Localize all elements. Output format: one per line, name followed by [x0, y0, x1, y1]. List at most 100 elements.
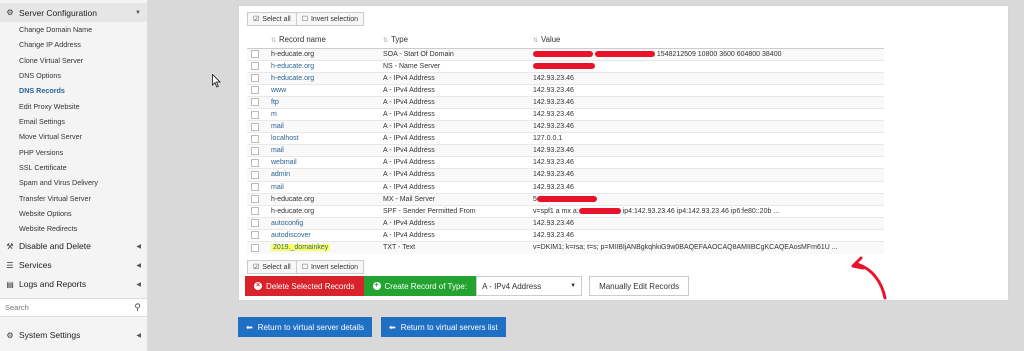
row-checkbox[interactable] [251, 219, 259, 228]
record-name-link[interactable]: localhost [271, 135, 299, 142]
record-type-select[interactable]: A - IPv4 Address ▼ [476, 276, 583, 296]
row-checkbox[interactable] [251, 122, 259, 131]
record-type-cell: SOA - Start Of Domain [379, 47, 529, 61]
column-header-value[interactable]: ⇅ Value [529, 32, 884, 49]
table-row[interactable]: m A - IPv4 Address 142.93.23.46 [247, 107, 884, 121]
row-checkbox[interactable] [251, 207, 259, 216]
record-type-cell: A - IPv4 Address [379, 180, 529, 194]
record-name-link[interactable]: ftp [271, 99, 279, 106]
manually-edit-records-button[interactable]: Manually Edit Records [589, 276, 690, 296]
table-row[interactable]: h-educate.org A - IPv4 Address 142.93.23.4… [247, 71, 884, 85]
table-row[interactable]: h-educate.org MX - Mail Server 5 [247, 192, 884, 206]
sidebar-section-system-settings[interactable]: ⚙ System Settings ◀ [0, 326, 147, 345]
record-value-cell: 142.93.23.46 [529, 107, 884, 121]
sidebar-item-transfer-virtual-server[interactable]: Transfer Virtual Server [0, 191, 147, 206]
delete-selected-records-button[interactable]: × Delete Selected Records [245, 276, 364, 296]
record-name-link[interactable]: webmail [271, 159, 297, 166]
table-row[interactable]: localhost A - IPv4 Address 127.0.0.1 [247, 132, 884, 145]
select-all-button[interactable]: ☑ Select all [247, 12, 297, 26]
return-to-servers-list-button[interactable]: ⬅ Return to virtual servers list [381, 317, 506, 337]
table-row[interactable]: mail A - IPv4 Address 142.93.23.46 [247, 120, 884, 133]
sidebar-item-dns-records[interactable]: DNS Records [0, 83, 147, 98]
sidebar-item-change-ip-address[interactable]: Change IP Address [0, 37, 147, 52]
record-name-link[interactable]: m [271, 111, 277, 118]
table-row[interactable]: h-educate.org NS - Name Server [247, 59, 884, 73]
sidebar-item-clone-virtual-server[interactable]: Clone Virtual Server [0, 53, 147, 68]
search-icon[interactable]: ⚲ [134, 302, 141, 313]
search-input[interactable] [5, 302, 135, 312]
record-type-cell: NS - Name Server [379, 59, 529, 73]
record-name-link[interactable]: h-educate.org [271, 208, 314, 215]
record-value-cell [529, 59, 884, 73]
sidebar-item-dns-options[interactable]: DNS Options [0, 68, 147, 83]
record-name-link[interactable]: h-educate.org [271, 196, 314, 203]
table-row[interactable]: www A - IPv4 Address 142.93.23.46 [247, 83, 884, 97]
table-row[interactable]: h-educate.org SPF - Sender Permitted From… [247, 204, 884, 218]
table-row[interactable]: h-educate.org SOA - Start Of Domain 15482… [247, 47, 884, 61]
checkbox-empty-icon: ☐ [301, 264, 308, 271]
row-checkbox[interactable] [251, 62, 259, 71]
column-header-record-name[interactable]: ⇅ Record name [267, 32, 379, 49]
record-name-link[interactable]: h-educate.org [271, 63, 314, 70]
row-checkbox[interactable] [251, 146, 259, 155]
record-name-link[interactable]: h-educate.org [271, 75, 314, 82]
sidebar-item-php-versions[interactable]: PHP Versions [0, 145, 147, 160]
sidebar-item-website-redirects[interactable]: Website Redirects [0, 221, 147, 236]
table-row[interactable]: autodiscover A - IPv4 Address 142.93.23.46 [247, 228, 884, 242]
table-row[interactable]: autoconfig A - IPv4 Address 142.93.23.46 [247, 216, 884, 230]
delete-selected-label: Delete Selected Records [266, 281, 355, 291]
record-name-link[interactable]: autoconfig [271, 220, 303, 227]
row-checkbox[interactable] [251, 86, 259, 95]
row-checkbox[interactable] [251, 183, 259, 192]
record-name-link[interactable]: mail [271, 184, 284, 191]
sidebar-item-ssl-certificate[interactable]: SSL Certificate [0, 160, 147, 175]
row-checkbox-cell [247, 120, 267, 133]
sidebar-section-server-configuration[interactable]: ⚙ Server Configuration ▼ [0, 3, 147, 22]
column-header-type[interactable]: ⇅ Type [379, 32, 529, 49]
row-checkbox[interactable] [251, 50, 259, 59]
table-row[interactable]: 2019._domainkey TXT - Text v=DKIM1; k=rsa;… [247, 240, 884, 254]
sidebar-item-change-domain-name[interactable]: Change Domain Name [0, 22, 147, 37]
row-checkbox[interactable] [251, 158, 259, 167]
table-row[interactable]: admin A - IPv4 Address 142.93.23.46 [247, 168, 884, 182]
row-checkbox[interactable] [251, 134, 259, 143]
sidebar-item-move-virtual-server[interactable]: Move Virtual Server [0, 129, 147, 144]
record-name-link[interactable]: www [271, 87, 286, 94]
sidebar-section-services[interactable]: ☰ Services ◀ [0, 256, 147, 275]
create-record-button[interactable]: + Create Record of Type: [363, 276, 477, 296]
invert-selection-button[interactable]: ☐ Invert selection [295, 12, 365, 26]
table-row[interactable]: webmail A - IPv4 Address 142.93.23.46 [247, 156, 884, 169]
record-name-cell: mail [267, 180, 379, 194]
row-checkbox[interactable] [251, 231, 259, 240]
row-checkbox[interactable] [251, 110, 259, 119]
row-checkbox[interactable] [251, 98, 259, 107]
sidebar-section-logs-reports[interactable]: ▤ Logs and Reports ◀ [0, 275, 147, 294]
record-name-link[interactable]: admin [271, 171, 290, 178]
return-list-label: Return to virtual servers list [400, 322, 498, 332]
record-name-link[interactable]: 2019._domainkey [271, 244, 331, 252]
return-to-server-details-button[interactable]: ⬅ Return to virtual server details [238, 317, 372, 337]
table-row[interactable]: mail A - IPv4 Address 142.93.23.46 [247, 180, 884, 194]
row-checkbox[interactable] [251, 243, 259, 252]
table-row[interactable]: mail A - IPv4 Address 142.93.23.46 [247, 144, 884, 157]
plus-circle-icon: + [372, 282, 381, 290]
sidebar-section-disable-delete[interactable]: ⚒ Disable and Delete ◀ [0, 237, 147, 256]
select-all-button[interactable]: ☑ Select all [247, 260, 297, 274]
record-value-cell: 142.93.23.46 [529, 216, 884, 230]
sidebar-item-edit-proxy-website[interactable]: Edit Proxy Website [0, 99, 147, 114]
row-checkbox[interactable] [251, 170, 259, 179]
record-name-link[interactable]: mail [271, 123, 284, 130]
table-row[interactable]: ftp A - IPv4 Address 142.93.23.46 [247, 95, 884, 109]
sidebar-item-email-settings[interactable]: Email Settings [0, 114, 147, 129]
record-name-link[interactable]: h-educate.org [271, 51, 314, 58]
hammer-icon: ⚒ [6, 241, 14, 251]
sidebar-item-website-options[interactable]: Website Options [0, 206, 147, 221]
row-checkbox[interactable] [251, 195, 259, 204]
row-checkbox[interactable] [251, 74, 259, 83]
checkbox-checked-icon: ☑ [253, 16, 260, 23]
record-name-link[interactable]: autodiscover [271, 232, 311, 239]
sidebar-item-spam-and-virus-delivery[interactable]: Spam and Virus Delivery [0, 175, 147, 190]
record-name-link[interactable]: mail [271, 147, 284, 154]
record-type-cell: A - IPv4 Address [379, 132, 529, 145]
invert-selection-button[interactable]: ☐ Invert selection [295, 260, 365, 274]
